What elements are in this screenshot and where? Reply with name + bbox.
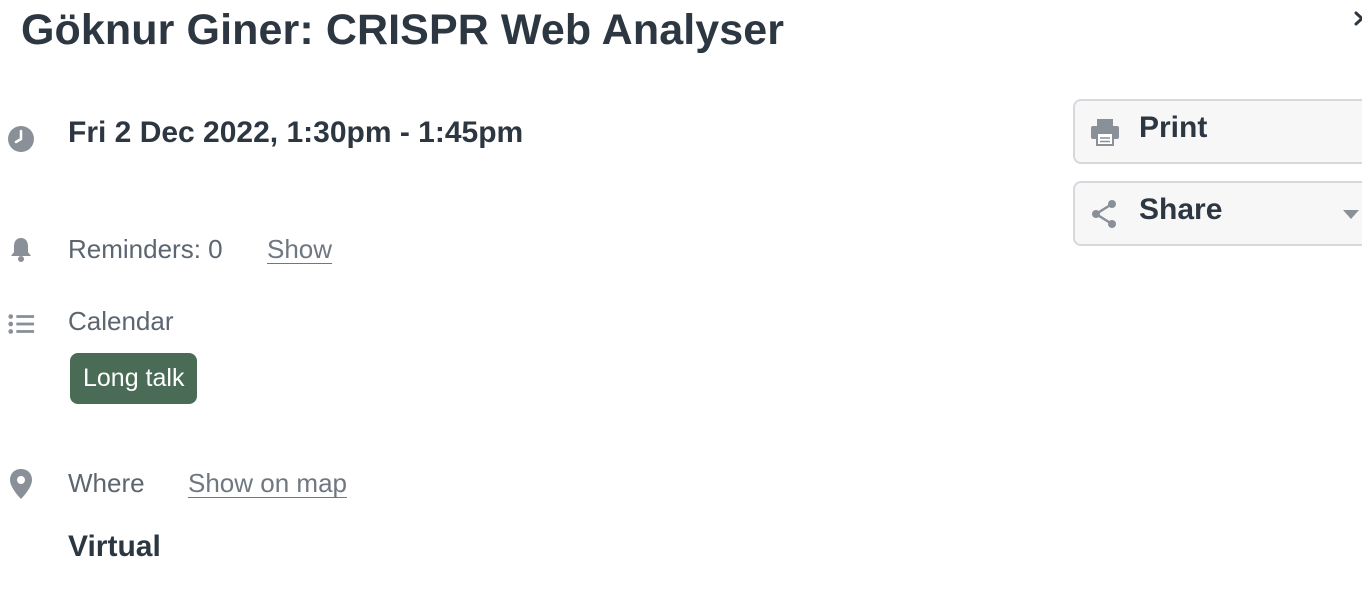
event-detail-page: Göknur Giner: CRISPR Web Analyser Fri 2 …: [0, 0, 1362, 604]
close-icon[interactable]: [1354, 10, 1362, 34]
list-icon: [7, 310, 35, 338]
calendar-tag[interactable]: Long talk: [70, 353, 198, 404]
event-datetime: Fri 2 Dec 2022, 1:30pm - 1:45pm: [68, 116, 524, 149]
page-title: Göknur Giner: CRISPR Web Analyser: [21, 6, 785, 54]
clock-icon: [7, 125, 35, 153]
event-venue: Virtual: [68, 530, 161, 563]
printer-icon: [1090, 117, 1120, 147]
bell-icon: [7, 235, 35, 263]
where-label: Where: [68, 468, 145, 498]
show-reminders-link[interactable]: Show: [267, 234, 332, 265]
calendar-label: Calendar: [68, 306, 174, 336]
chevron-down-icon[interactable]: [1343, 210, 1359, 219]
show-on-map-link[interactable]: Show on map: [188, 468, 347, 499]
share-button[interactable]: Share: [1073, 181, 1362, 246]
share-icon: [1090, 199, 1120, 229]
map-pin-icon: [7, 469, 35, 499]
share-label: Share: [1139, 193, 1223, 226]
print-label: Print: [1139, 111, 1208, 144]
reminders-count: Reminders: 0: [68, 234, 223, 264]
print-button[interactable]: Print: [1073, 99, 1362, 164]
